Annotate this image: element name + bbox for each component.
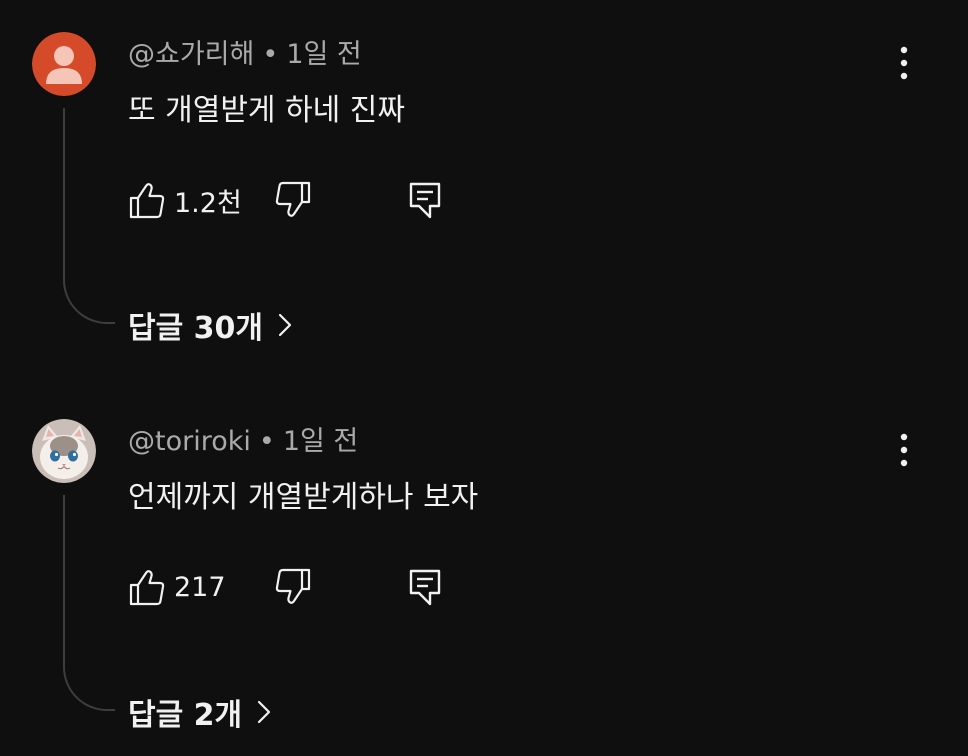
comment-time: 1일 전	[286, 39, 362, 70]
replies-count-label: 답글 30개	[128, 311, 263, 346]
dislike-button[interactable]	[274, 563, 312, 611]
comment-meta: @toriroki • 1일 전	[128, 423, 358, 461]
more-vertical-icon	[900, 46, 908, 80]
reply-button[interactable]	[406, 176, 444, 224]
view-replies-button[interactable]: 답글 2개	[128, 689, 272, 735]
meta-separator: •	[258, 426, 275, 457]
comment-icon	[409, 182, 441, 219]
reply-button[interactable]	[406, 563, 444, 611]
meta-separator: •	[262, 39, 279, 70]
thread-line	[63, 495, 115, 711]
more-options-button[interactable]	[884, 40, 924, 88]
author-handle[interactable]: @toriroki	[128, 426, 251, 457]
thumbs-down-icon	[275, 568, 311, 604]
avatar[interactable]	[32, 419, 96, 483]
chevron-right-icon	[256, 699, 272, 725]
comment-text: 또 개열받게 하네 진짜	[128, 93, 406, 128]
like-count: 217	[174, 571, 226, 603]
comment-text: 언제까지 개열받게하나 보자	[128, 480, 479, 515]
default-person-avatar-icon	[32, 32, 96, 96]
thumbs-down-icon	[275, 181, 311, 217]
replies-count-label: 답글 2개	[128, 698, 243, 733]
thumbs-up-icon	[129, 183, 165, 219]
dislike-button[interactable]	[274, 176, 312, 224]
author-handle[interactable]: @쇼가리해	[128, 39, 254, 70]
view-replies-button[interactable]: 답글 30개	[128, 302, 293, 348]
like-count: 1.2천	[174, 187, 242, 219]
cat-avatar-icon	[32, 419, 96, 483]
avatar[interactable]	[32, 32, 96, 96]
more-options-button[interactable]	[884, 427, 924, 475]
chevron-right-icon	[277, 312, 293, 338]
comment-time: 1일 전	[282, 426, 359, 457]
more-vertical-icon	[900, 433, 908, 467]
comment-icon	[409, 569, 441, 606]
comment-meta: @쇼가리해 • 1일 전	[128, 36, 362, 74]
thumbs-up-icon	[129, 570, 165, 606]
thread-line	[63, 108, 115, 324]
like-button[interactable]: 217	[128, 563, 226, 611]
like-button[interactable]: 1.2천	[128, 176, 242, 224]
